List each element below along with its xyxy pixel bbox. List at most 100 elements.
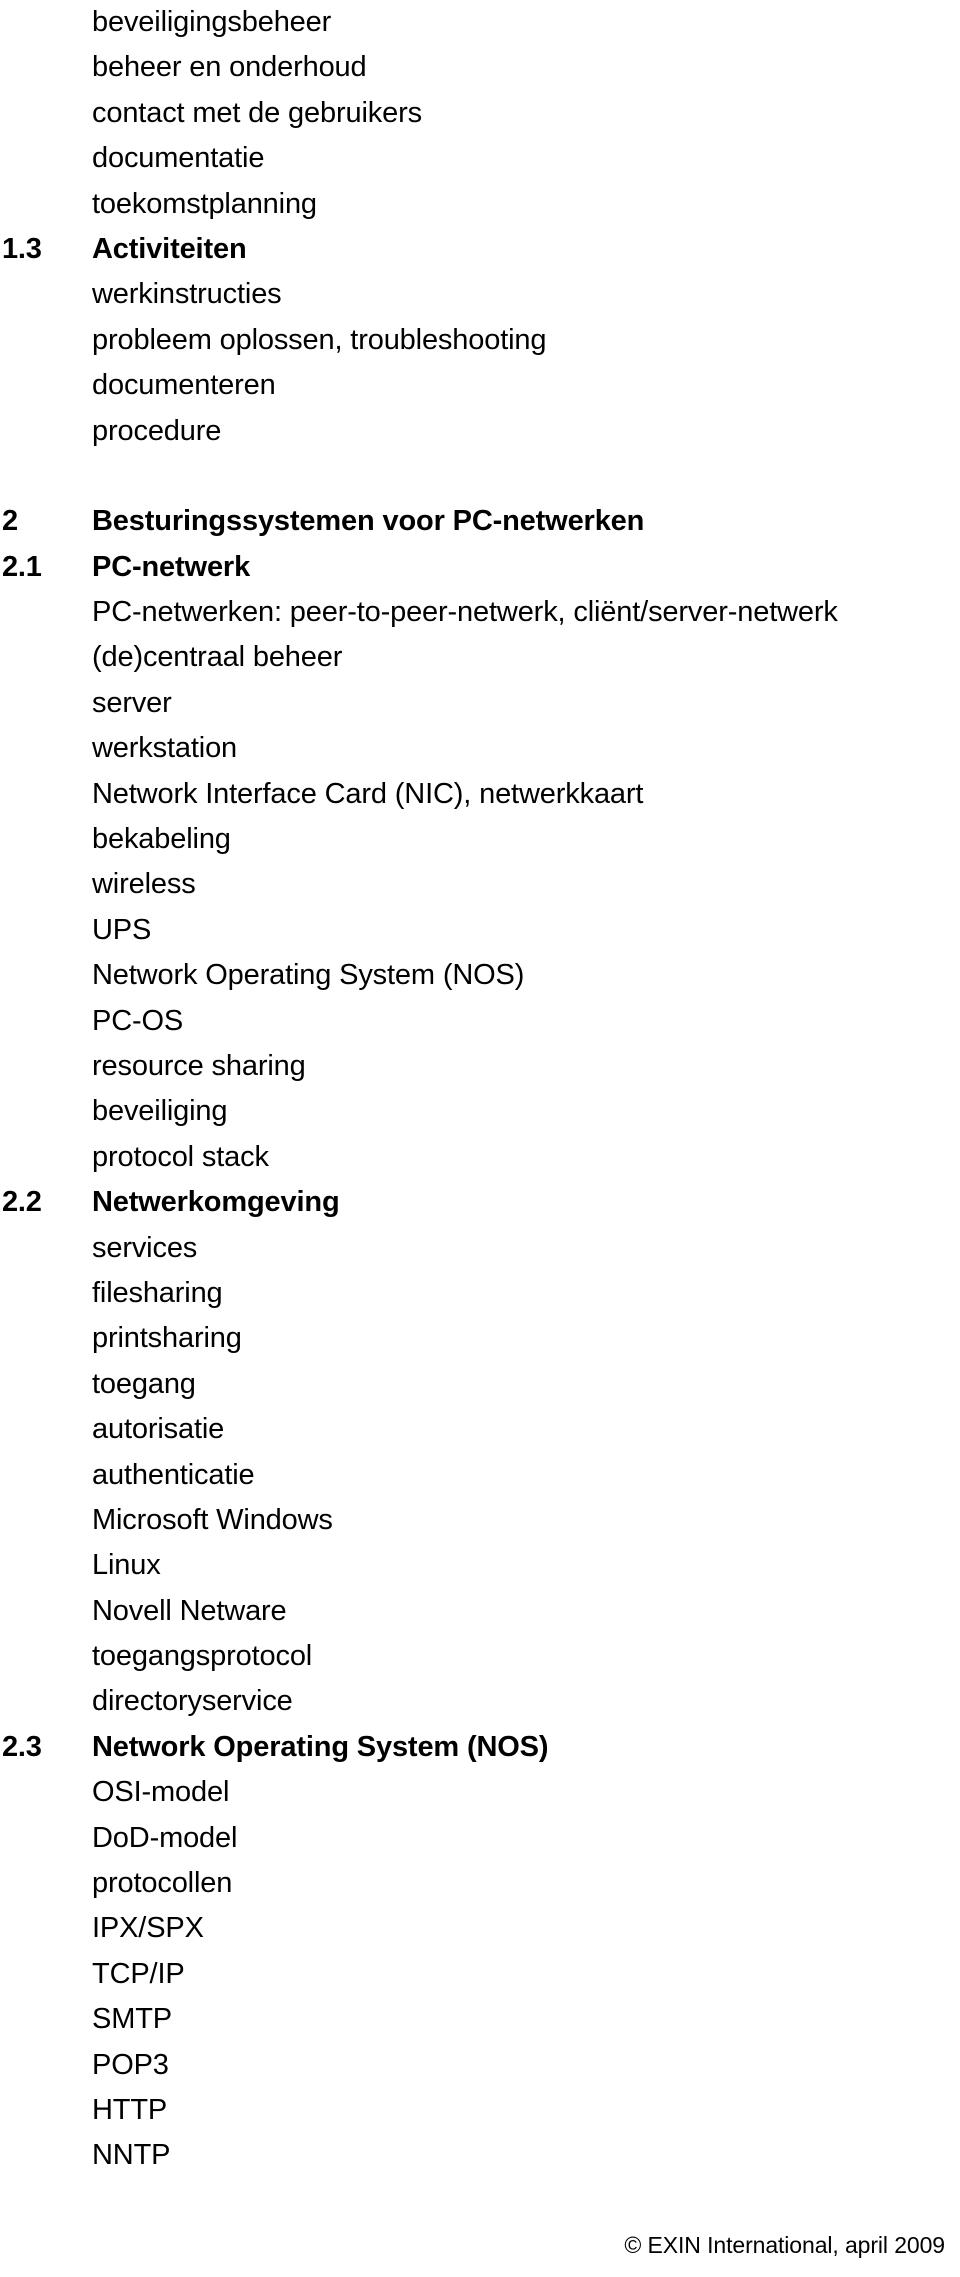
outline-item-row: UPS <box>0 908 960 953</box>
outline-item-row: beveiligingsbeheer <box>0 0 960 45</box>
outline-item-label: resource sharing <box>92 1049 306 1082</box>
outline-item-row: protocollen <box>0 1861 960 1906</box>
outline-item-label: toegang <box>92 1367 196 1400</box>
outline-heading-row: 2.2 Netwerkomgeving <box>0 1180 960 1225</box>
outline-item-row: beheer en onderhoud <box>0 45 960 90</box>
footer-copyright: © EXIN International, april 2009 <box>624 2232 945 2258</box>
outline-item-row: bekabeling <box>0 817 960 862</box>
outline-item-row: werkstation <box>0 726 960 771</box>
outline-item-row: (de)centraal beheer <box>0 635 960 680</box>
outline-item-label: POP3 <box>92 2048 169 2081</box>
outline-item-row: Network Interface Card (NIC), netwerkkaa… <box>0 772 960 817</box>
outline-item-row: Microsoft Windows <box>0 1498 960 1543</box>
outline-item-row: server <box>0 681 960 726</box>
outline-item-row: IPX/SPX <box>0 1906 960 1951</box>
outline-item-row: autorisatie <box>0 1407 960 1452</box>
outline-item-label: Network Interface Card (NIC), netwerkkaa… <box>92 777 644 810</box>
outline-item-row: HTTP <box>0 2088 960 2133</box>
outline-item-row: wireless <box>0 862 960 907</box>
outline-heading-row: 2 Besturingssystemen voor PC-netwerken <box>0 499 960 544</box>
outline-item-label: printsharing <box>92 1322 242 1355</box>
outline-item-label: toegangsprotocol <box>92 1640 313 1673</box>
outline-row-number: 2.1 <box>2 550 42 583</box>
outline-item-label: beveiliging <box>92 1095 228 1128</box>
outline-item-row: NNTP <box>0 2133 960 2178</box>
outline-item-label: autorisatie <box>92 1413 225 1446</box>
outline-item-label: OSI-model <box>92 1776 230 1809</box>
outline-item-row: toegang <box>0 1362 960 1407</box>
outline-item-row: toegangsprotocol <box>0 1634 960 1679</box>
outline-item-label: contact met de gebruikers <box>92 96 422 129</box>
outline-blank-row <box>0 454 960 499</box>
outline-item-label: HTTP <box>92 2093 168 2126</box>
syllabus-outline: beveiligingsbeheer beheer en onderhoud con… <box>0 0 960 2179</box>
outline-item-label: Microsoft Windows <box>92 1503 333 1536</box>
outline-item-label: server <box>92 686 172 719</box>
outline-item-row: resource sharing <box>0 1044 960 1089</box>
outline-item-label: authenticatie <box>92 1458 255 1491</box>
outline-heading-label: PC-netwerk <box>92 550 251 583</box>
outline-item-row: filesharing <box>0 1271 960 1316</box>
outline-item-label: wireless <box>92 868 196 901</box>
outline-item-label: PC-netwerken: peer-to-peer-netwerk, clië… <box>92 596 838 629</box>
outline-item-row: directoryservice <box>0 1679 960 1724</box>
outline-item-label: SMTP <box>92 2003 172 2036</box>
outline-item-label: beheer en onderhoud <box>92 51 367 84</box>
outline-item-row: DoD-model <box>0 1816 960 1861</box>
outline-item-label: werkinstructies <box>92 278 282 311</box>
outline-item-label: protocollen <box>92 1867 233 1900</box>
outline-item-label: protocol stack <box>92 1140 269 1173</box>
outline-item-label: NNTP <box>92 2139 171 2172</box>
outline-item-row: TCP/IP <box>0 1952 960 1997</box>
outline-item-row: printsharing <box>0 1316 960 1361</box>
outline-item-label: services <box>92 1231 198 1264</box>
outline-item-label: probleem oplossen, troubleshooting <box>92 323 547 356</box>
outline-item-row: documenteren <box>0 363 960 408</box>
outline-item-row: services <box>0 1226 960 1271</box>
outline-item-label: DoD-model <box>92 1821 238 1854</box>
outline-heading-label: Besturingssystemen voor PC-netwerken <box>92 505 645 538</box>
outline-item-label: bekabeling <box>92 823 231 856</box>
outline-item-label: beveiligingsbeheer <box>92 6 332 38</box>
outline-heading-row: 1.3 Activiteiten <box>0 227 960 272</box>
outline-row-number: 2 <box>2 505 18 538</box>
outline-heading-label: Activiteiten <box>92 232 247 265</box>
outline-item-row: PC-netwerken: peer-to-peer-netwerk, clië… <box>0 590 960 635</box>
outline-row-number: 1.3 <box>2 232 42 265</box>
outline-item-label: filesharing <box>92 1276 223 1309</box>
outline-heading-row: 2.1 PC-netwerk <box>0 545 960 590</box>
outline-item-row: Network Operating System (NOS) <box>0 953 960 998</box>
outline-heading-row: 2.3 Network Operating System (NOS) <box>0 1725 960 1770</box>
outline-item-label: IPX/SPX <box>92 1912 204 1945</box>
outline-item-row: authenticatie <box>0 1453 960 1498</box>
outline-item-label: Network Operating System (NOS) <box>92 959 525 992</box>
outline-heading-label: Netwerkomgeving <box>92 1186 340 1219</box>
outline-row-number: 2.2 <box>2 1186 42 1219</box>
outline-item-row: PC-OS <box>0 999 960 1044</box>
outline-item-label: TCP/IP <box>92 1957 185 1990</box>
outline-item-label: PC-OS <box>92 1004 184 1037</box>
outline-item-row: procedure <box>0 409 960 454</box>
outline-item-row: beveiliging <box>0 1089 960 1134</box>
outline-item-row: OSI-model <box>0 1770 960 1815</box>
outline-item-row: SMTP <box>0 1997 960 2042</box>
outline-item-row: contact met de gebruikers <box>0 91 960 136</box>
outline-item-row: werkinstructies <box>0 272 960 317</box>
outline-item-row: Linux <box>0 1543 960 1588</box>
outline-item-row: protocol stack <box>0 1135 960 1180</box>
outline-item-row: Novell Netware <box>0 1589 960 1634</box>
outline-row-number: 2.3 <box>2 1730 42 1763</box>
outline-item-row: probleem oplossen, troubleshooting <box>0 318 960 363</box>
outline-heading-label: Network Operating System (NOS) <box>92 1730 549 1763</box>
outline-item-label: procedure <box>92 414 222 447</box>
outline-item-label: (de)centraal beheer <box>92 641 343 674</box>
outline-item-label: Novell Netware <box>92 1594 287 1627</box>
outline-item-label: toekomstplanning <box>92 187 317 220</box>
outline-item-label: directoryservice <box>92 1685 293 1718</box>
outline-item-row: toekomstplanning <box>0 182 960 227</box>
outline-item-row: documentatie <box>0 136 960 181</box>
outline-item-label: werkstation <box>92 732 238 765</box>
outline-item-label: Linux <box>92 1549 161 1582</box>
outline-item-row: POP3 <box>0 2043 960 2088</box>
document-page: beveiligingsbeheer beheer en onderhoud con… <box>0 0 960 2277</box>
